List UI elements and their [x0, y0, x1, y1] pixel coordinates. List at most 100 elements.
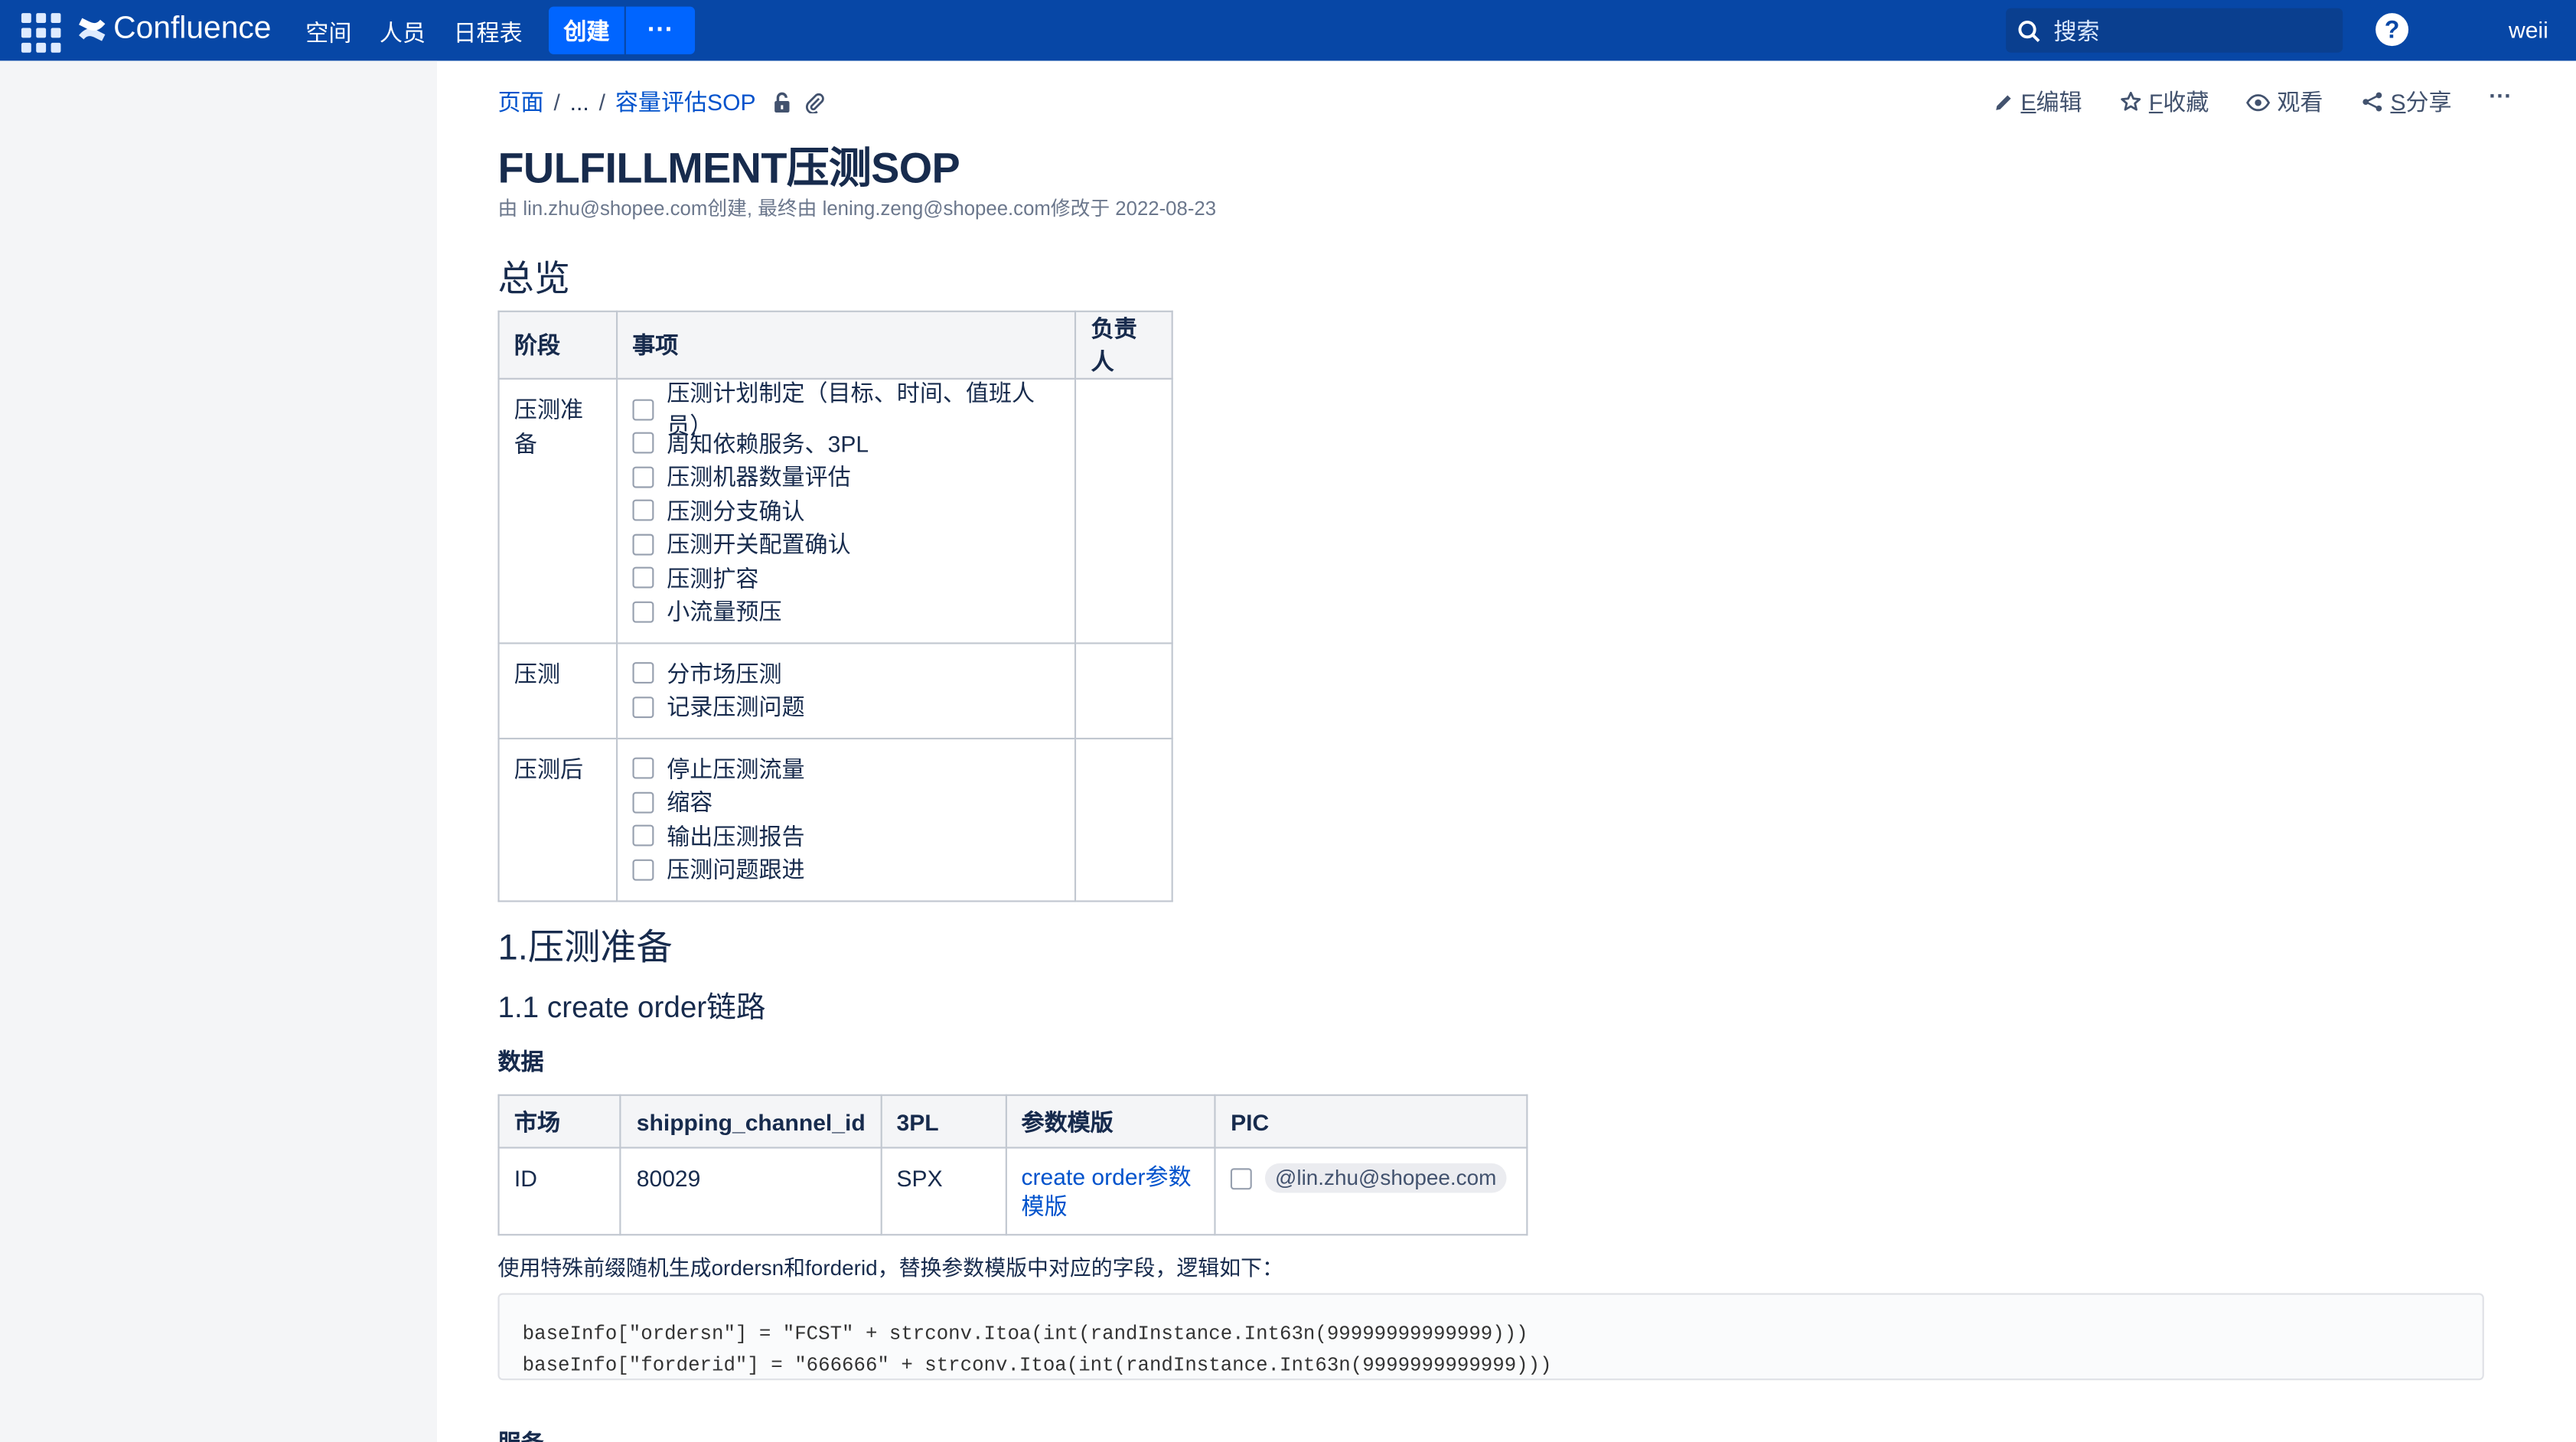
task-checkbox[interactable] — [632, 399, 654, 421]
task-checkbox[interactable] — [632, 466, 654, 488]
data-heading: 数据 — [497, 1048, 544, 1075]
section-heading: 1.压测准备 — [497, 926, 673, 968]
task-item: 缩容 — [632, 785, 1060, 819]
column-header-stage: 阶段 — [497, 310, 618, 380]
code-block[interactable]: baseInfo["ordersn"] = "FCST" + strconv.I… — [497, 1293, 2484, 1381]
task-item: 压测问题跟进 — [632, 853, 1060, 886]
task-checkbox[interactable] — [632, 500, 654, 522]
favorite-label: 收藏 — [2163, 88, 2209, 116]
task-label: 压测扩容 — [667, 564, 759, 591]
share-button[interactable]: S 分享 — [2361, 86, 2452, 119]
top-navigation-bar: Confluence 空间 人员 日程表 创建 ··· ? weii — [0, 0, 2576, 61]
edit-button[interactable]: E 编辑 — [1993, 86, 2082, 119]
sidebar — [0, 60, 438, 1442]
task-checkbox[interactable] — [632, 601, 654, 623]
eye-icon — [2246, 93, 2271, 111]
user-mention[interactable]: @lin.zhu@shopee.com — [1265, 1163, 1507, 1194]
tasks-cell: 停止压测流量 缩容 输出压测报告 压测问题跟进 — [615, 736, 1077, 902]
task-checkbox[interactable] — [632, 567, 654, 589]
stage-cell: 压测后 — [497, 736, 618, 902]
task-item: 压测开关配置确认 — [632, 527, 1060, 561]
column-header-template: 参数模版 — [1005, 1094, 1216, 1149]
owner-cell[interactable] — [1074, 377, 1173, 644]
table-row: 压测准备 压测计划制定（目标、时间、值班人员） 周知依赖服务、3PL 压测机器数… — [497, 377, 1173, 644]
star-icon — [2121, 91, 2141, 111]
more-actions-button[interactable]: ··· — [2489, 82, 2512, 108]
pencil-icon — [1996, 94, 2011, 109]
search-icon — [2018, 19, 2040, 41]
channel-id-cell: 80029 — [620, 1147, 882, 1236]
template-cell: create order参数模版 — [1005, 1147, 1216, 1236]
task-checkbox[interactable] — [632, 859, 654, 881]
page-byline: 由 lin.zhu@shopee.com创建, 最终由 lening.zeng@… — [497, 197, 1217, 220]
favorite-button[interactable]: F 收藏 — [2119, 86, 2209, 119]
pic-task: @lin.zhu@shopee.com — [1231, 1162, 1511, 1196]
nav-calendars[interactable]: 日程表 — [453, 16, 522, 49]
column-header-pic: PIC — [1214, 1094, 1528, 1149]
task-checkbox[interactable] — [632, 825, 654, 847]
market-cell: ID — [497, 1147, 622, 1236]
page-actions: E 编辑 F 收藏 观看 S 分享 ··· — [0, 82, 2576, 119]
task-item: 压测机器数量评估 — [632, 460, 1060, 494]
task-item: 压测扩容 — [632, 561, 1060, 595]
task-item: 压测分支确认 — [632, 494, 1060, 527]
column-header-channel-id: shipping_channel_id — [620, 1094, 882, 1149]
service-heading: 服务 — [497, 1427, 543, 1442]
code-line: baseInfo["forderid"] = "666666" + strcon… — [522, 1353, 1552, 1377]
task-checkbox[interactable] — [632, 432, 654, 455]
page-title: FULFILLMENT压测SOP — [497, 142, 960, 193]
owner-cell[interactable] — [1074, 736, 1173, 902]
nav-spaces[interactable]: 空间 — [305, 16, 351, 49]
task-label: 缩容 — [667, 788, 713, 815]
task-label: 输出压测报告 — [667, 822, 805, 849]
create-button[interactable]: 创建 — [548, 6, 624, 54]
task-label: 停止压测流量 — [667, 755, 805, 781]
user-menu[interactable]: weii — [2509, 16, 2548, 42]
task-label: 压测机器数量评估 — [667, 463, 851, 490]
search-input[interactable] — [2053, 17, 2333, 44]
help-icon[interactable]: ? — [2375, 13, 2409, 47]
overview-heading: 总览 — [497, 258, 570, 299]
column-header-market: 市场 — [497, 1094, 622, 1149]
share-icon — [2362, 92, 2382, 112]
task-item: 压测计划制定（目标、时间、值班人员） — [632, 379, 1060, 439]
task-checkbox[interactable] — [632, 533, 654, 556]
task-item: 停止压测流量 — [632, 752, 1060, 785]
confluence-logo-icon — [79, 18, 106, 41]
task-item: 小流量预压 — [632, 595, 1060, 628]
task-item: 记录压测问题 — [632, 690, 1060, 724]
table-row: 压测后 停止压测流量 缩容 输出压测报告 压测问题跟进 — [497, 736, 1173, 902]
task-label: 压测开关配置确认 — [667, 530, 851, 557]
app-switcher-icon[interactable] — [20, 11, 61, 53]
watch-label: 观看 — [2277, 88, 2323, 116]
task-label: 压测分支确认 — [667, 497, 805, 524]
column-header-3pl: 3PL — [880, 1094, 1007, 1149]
task-label: 分市场压测 — [667, 659, 782, 687]
task-checkbox[interactable] — [632, 696, 654, 718]
task-label: 记录压测问题 — [667, 693, 805, 720]
confluence-logo[interactable]: Confluence — [77, 10, 272, 50]
nav-people[interactable]: 人员 — [380, 16, 426, 49]
task-checkbox[interactable] — [632, 758, 654, 780]
table-header-row: 市场 shipping_channel_id 3PL 参数模版 PIC — [497, 1094, 1528, 1149]
subsection-heading: 1.1 create order链路 — [497, 990, 766, 1024]
task-checkbox[interactable] — [1231, 1167, 1252, 1189]
product-name: Confluence — [113, 11, 272, 47]
search-box[interactable] — [2006, 8, 2343, 53]
3pl-cell: SPX — [880, 1147, 1007, 1236]
task-item: 输出压测报告 — [632, 819, 1060, 853]
share-shortcut-key: S — [2390, 88, 2406, 116]
pic-cell: @lin.zhu@shopee.com — [1214, 1147, 1528, 1236]
task-checkbox[interactable] — [632, 791, 654, 814]
watch-button[interactable]: 观看 — [2246, 86, 2323, 119]
template-link[interactable]: create order参数模版 — [1022, 1163, 1192, 1219]
table-header-row: 阶段 事项 负责人 — [497, 310, 1173, 380]
overview-table: 阶段 事项 负责人 压测准备 压测计划制定（目标、时间、值班人员） 周知依赖服务… — [497, 310, 1173, 902]
owner-cell[interactable] — [1074, 641, 1173, 739]
table-row: 压测 分市场压测 记录压测问题 — [497, 641, 1173, 739]
favorite-shortcut-key: F — [2148, 88, 2164, 116]
task-item: 分市场压测 — [632, 657, 1060, 690]
tasks-cell: 压测计划制定（目标、时间、值班人员） 周知依赖服务、3PL 压测机器数量评估 压… — [615, 377, 1077, 644]
task-checkbox[interactable] — [632, 662, 654, 684]
create-more-button[interactable]: ··· — [625, 6, 696, 54]
